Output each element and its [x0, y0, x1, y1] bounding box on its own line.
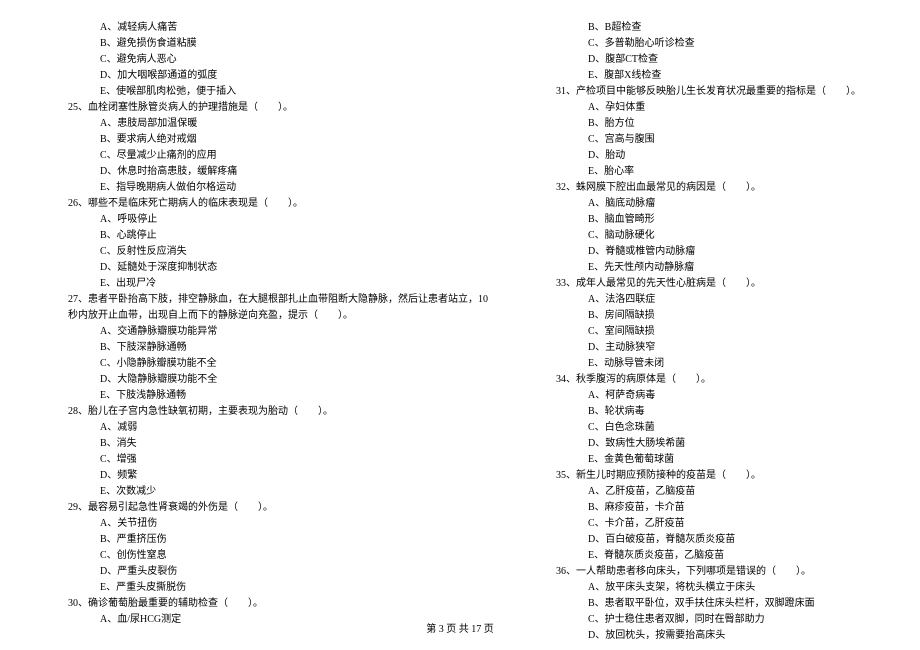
- option-item: E、胎心率: [528, 164, 880, 180]
- question-35: 35、新生儿时期应预防接种的疫苗是（ ）。: [528, 468, 880, 484]
- option-item: B、严重挤压伤: [40, 532, 488, 548]
- option-item: D、严重头皮裂伤: [40, 564, 488, 580]
- option-item: B、患者取平卧位，双手扶住床头栏杆，双脚蹬床面: [528, 596, 880, 612]
- option-item: D、延髓处于深度抑制状态: [40, 260, 488, 276]
- option-item: A、柯萨奇病毒: [528, 388, 880, 404]
- option-item: C、小隐静脉瓣膜功能不全: [40, 356, 488, 372]
- option-item: C、白色念珠菌: [528, 420, 880, 436]
- option-item: D、腹部CT检查: [528, 52, 880, 68]
- option-item: A、法洛四联症: [528, 292, 880, 308]
- option-item: C、创伤性窒息: [40, 548, 488, 564]
- option-item: E、先天性颅内动静脉瘤: [528, 260, 880, 276]
- option-item: B、B超检查: [528, 20, 880, 36]
- option-item: B、麻疹疫苗，卡介苗: [528, 500, 880, 516]
- option-item: A、关节扭伤: [40, 516, 488, 532]
- option-item: D、胎动: [528, 148, 880, 164]
- option-item: B、轮状病毒: [528, 404, 880, 420]
- option-item: A、放平床头支架，将枕头横立于床头: [528, 580, 880, 596]
- option-item: B、消失: [40, 436, 488, 452]
- option-item: C、室间隔缺损: [528, 324, 880, 340]
- option-item: B、心跳停止: [40, 228, 488, 244]
- question-29: 29、最容易引起急性肾衰竭的外伤是（ ）。: [40, 500, 488, 516]
- option-item: D、主动脉狭窄: [528, 340, 880, 356]
- option-item: D、频繁: [40, 468, 488, 484]
- option-item: C、增强: [40, 452, 488, 468]
- option-item: A、呼吸停止: [40, 212, 488, 228]
- option-item: C、宫高与腹围: [528, 132, 880, 148]
- option-item: B、下肢深静脉通畅: [40, 340, 488, 356]
- option-item: B、要求病人绝对戒烟: [40, 132, 488, 148]
- question-33: 33、成年人最常见的先天性心脏病是（ ）。: [528, 276, 880, 292]
- option-item: C、脑动脉硬化: [528, 228, 880, 244]
- option-item: E、动脉导管未闭: [528, 356, 880, 372]
- option-item: C、避免病人恶心: [40, 52, 488, 68]
- option-item: B、脑血管畸形: [528, 212, 880, 228]
- option-item: D、百白破疫苗，脊髓灰质炎疫苗: [528, 532, 880, 548]
- option-item: E、严重头皮撕脱伤: [40, 580, 488, 596]
- option-item: A、患肢局部加温保暖: [40, 116, 488, 132]
- option-item: E、次数减少: [40, 484, 488, 500]
- option-item: E、下肢浅静脉通畅: [40, 388, 488, 404]
- option-item: D、致病性大肠埃希菌: [528, 436, 880, 452]
- question-27: 27、患者平卧抬高下肢，排空静脉血，在大腿根部扎止血带阻断大隐静脉，然后让患者站…: [40, 292, 488, 308]
- option-item: E、指导晚期病人做伯尔格运动: [40, 180, 488, 196]
- option-item: E、金黄色葡萄球菌: [528, 452, 880, 468]
- question-31: 31、产检项目中能够反映胎儿生长发育状况最重要的指标是（ ）。: [528, 84, 880, 100]
- option-item: C、多普勒胎心听诊检查: [528, 36, 880, 52]
- question-32: 32、蛛网膜下腔出血最常见的病因是（ ）。: [528, 180, 880, 196]
- option-item: A、乙肝疫苗，乙脑疫苗: [528, 484, 880, 500]
- question-25: 25、血栓闭塞性脉管炎病人的护理措施是（ ）。: [40, 100, 488, 116]
- option-item: D、脊髓或椎管内动脉瘤: [528, 244, 880, 260]
- option-item: C、反射性反应消失: [40, 244, 488, 260]
- option-item: D、加大咽喉部通道的弧度: [40, 68, 488, 84]
- option-item: A、交通静脉瓣膜功能异常: [40, 324, 488, 340]
- question-26: 26、哪些不是临床死亡期病人的临床表现是（ ）。: [40, 196, 488, 212]
- question-27-continuation: 秒内放开止血带，出现自上而下的静脉逆向充盈，提示（ ）。: [40, 308, 488, 324]
- page-footer: 第 3 页 共 17 页: [0, 620, 920, 635]
- option-item: E、出现尸冷: [40, 276, 488, 292]
- right-column: B、B超检查 C、多普勒胎心听诊检查 D、腹部CT检查 E、腹部X线检查 31、…: [528, 20, 880, 600]
- question-36: 36、一人帮助患者移向床头，下列哪项是错误的（ ）。: [528, 564, 880, 580]
- question-30: 30、确诊葡萄胎最重要的辅助检查（ ）。: [40, 596, 488, 612]
- option-item: E、脊髓灰质炎疫苗，乙脑疫苗: [528, 548, 880, 564]
- option-item: A、减轻病人痛苦: [40, 20, 488, 36]
- question-28: 28、胎儿在子宫内急性缺氧初期，主要表现为胎动（ ）。: [40, 404, 488, 420]
- option-item: A、脑底动脉瘤: [528, 196, 880, 212]
- option-item: B、避免损伤食道粘膜: [40, 36, 488, 52]
- page-content: A、减轻病人痛苦 B、避免损伤食道粘膜 C、避免病人恶心 D、加大咽喉部通道的弧…: [40, 20, 880, 600]
- option-item: A、孕妇体重: [528, 100, 880, 116]
- option-item: C、尽量减少止痛剂的应用: [40, 148, 488, 164]
- option-item: C、卡介苗，乙肝疫苗: [528, 516, 880, 532]
- option-item: B、房间隔缺损: [528, 308, 880, 324]
- option-item: E、使喉部肌肉松弛，便于插入: [40, 84, 488, 100]
- option-item: D、休息时抬高患肢，缓解疼痛: [40, 164, 488, 180]
- left-column: A、减轻病人痛苦 B、避免损伤食道粘膜 C、避免病人恶心 D、加大咽喉部通道的弧…: [40, 20, 488, 600]
- question-34: 34、秋季腹泻的病原体是（ ）。: [528, 372, 880, 388]
- option-item: B、胎方位: [528, 116, 880, 132]
- option-item: A、减弱: [40, 420, 488, 436]
- option-item: E、腹部X线检查: [528, 68, 880, 84]
- option-item: D、大隐静脉瓣膜功能不全: [40, 372, 488, 388]
